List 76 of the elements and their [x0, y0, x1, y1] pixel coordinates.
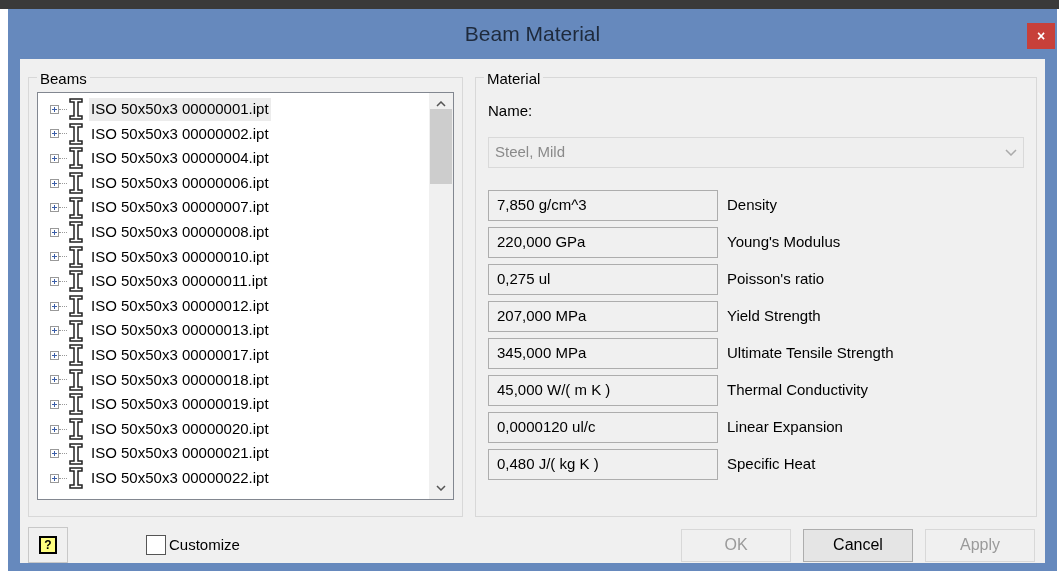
expand-icon[interactable] [50, 227, 59, 237]
window-title: Beam Material [464, 21, 601, 48]
i-beam-icon [69, 98, 83, 121]
i-beam-icon [69, 270, 83, 293]
property-label: Specific Heat [727, 453, 816, 474]
i-beam-icon [69, 172, 83, 195]
expand-icon[interactable] [50, 252, 59, 262]
tree-item[interactable]: ISO 50x50x3 00000020.ipt [89, 417, 271, 441]
help-button[interactable]: ? [28, 527, 68, 563]
dialog-button[interactable]: Cancel [803, 528, 913, 562]
tree-item[interactable]: ISO 50x50x3 00000011.ipt [89, 270, 270, 293]
tree-item[interactable]: ISO 50x50x3 00000018.ipt [89, 368, 271, 392]
tree-item[interactable]: ISO 50x50x3 00000022.ipt [89, 466, 271, 490]
property-label: Thermal Conductivity [727, 379, 868, 400]
tree-item[interactable]: ISO 50x50x3 00000010.ipt [89, 245, 271, 269]
property-field[interactable]: 45,000 W/( m K ) [488, 374, 718, 406]
expand-icon[interactable] [50, 350, 59, 360]
tree-item[interactable]: ISO 50x50x3 00000007.ipt [89, 196, 271, 219]
property-label: Poisson's ratio [727, 268, 825, 289]
property-field[interactable]: 220,000 GPa [488, 226, 718, 258]
tree-item[interactable]: ISO 50x50x3 00000002.ipt [89, 122, 271, 146]
i-beam-icon [69, 467, 83, 490]
scrollbar[interactable] [429, 93, 453, 499]
expand-icon[interactable] [50, 375, 59, 385]
expand-icon[interactable] [50, 104, 59, 114]
tree-item[interactable]: ISO 50x50x3 00000021.ipt [89, 442, 271, 465]
expand-icon[interactable] [50, 326, 59, 336]
tree-item[interactable]: ISO 50x50x3 00000008.ipt [89, 221, 271, 244]
expand-icon[interactable] [50, 203, 59, 213]
scroll-thumb[interactable] [430, 109, 452, 184]
tree-item[interactable]: ISO 50x50x3 00000017.ipt [89, 344, 271, 367]
property-label: Young's Modulus [727, 231, 841, 252]
property-field[interactable]: 345,000 MPa [488, 337, 718, 369]
i-beam-icon [69, 442, 83, 465]
scroll-down-icon[interactable] [436, 485, 446, 491]
expand-icon[interactable] [50, 424, 59, 434]
i-beam-icon [69, 295, 83, 318]
expand-icon[interactable] [50, 449, 59, 459]
expand-icon[interactable] [50, 301, 59, 311]
scroll-up-icon[interactable] [436, 101, 446, 107]
i-beam-icon [69, 122, 83, 145]
property-field[interactable]: 0,275 ul [488, 263, 718, 295]
expand-icon[interactable] [50, 473, 59, 483]
name-label: Name: [488, 101, 534, 121]
expand-icon[interactable] [50, 154, 59, 163]
i-beam-icon [69, 221, 83, 244]
i-beam-icon [69, 245, 83, 268]
close-button[interactable]: × [1027, 23, 1055, 49]
property-label: Yield Strength [727, 305, 821, 326]
expand-icon[interactable] [50, 129, 59, 139]
property-label: Density [727, 194, 778, 215]
property-field[interactable]: 0,480 J/( kg K ) [488, 448, 718, 480]
expand-icon[interactable] [50, 399, 59, 409]
i-beam-icon [69, 368, 83, 391]
customize-checkbox[interactable] [146, 535, 166, 555]
property-field[interactable]: 0,0000120 ul/c [488, 411, 718, 443]
tree-item[interactable]: ISO 50x50x3 00000013.ipt [89, 319, 271, 342]
property-field[interactable]: 207,000 MPa [488, 300, 718, 332]
i-beam-icon [69, 319, 83, 342]
tree-item[interactable]: ISO 50x50x3 00000004.ipt [89, 147, 271, 170]
tree-item[interactable]: ISO 50x50x3 00000001.ipt [89, 98, 271, 121]
property-field[interactable]: 7,850 g/cm^3 [488, 189, 718, 221]
i-beam-icon [69, 344, 83, 367]
i-beam-icon [69, 393, 83, 416]
tree-item[interactable]: ISO 50x50x3 00000006.ipt [89, 171, 271, 195]
i-beam-icon [69, 418, 83, 440]
tree-item[interactable]: ISO 50x50x3 00000019.ipt [89, 393, 271, 416]
property-label: Ultimate Tensile Strength [727, 342, 894, 363]
expand-icon[interactable] [50, 276, 59, 286]
property-label: Linear Expansion [727, 416, 843, 437]
chevron-down-icon [1005, 148, 1017, 156]
i-beam-icon [69, 147, 83, 170]
tree-item[interactable]: ISO 50x50x3 00000012.ipt [89, 294, 271, 318]
checkbox-label: Customize [169, 534, 240, 555]
i-beam-icon [69, 196, 83, 219]
expand-icon[interactable] [50, 178, 59, 188]
